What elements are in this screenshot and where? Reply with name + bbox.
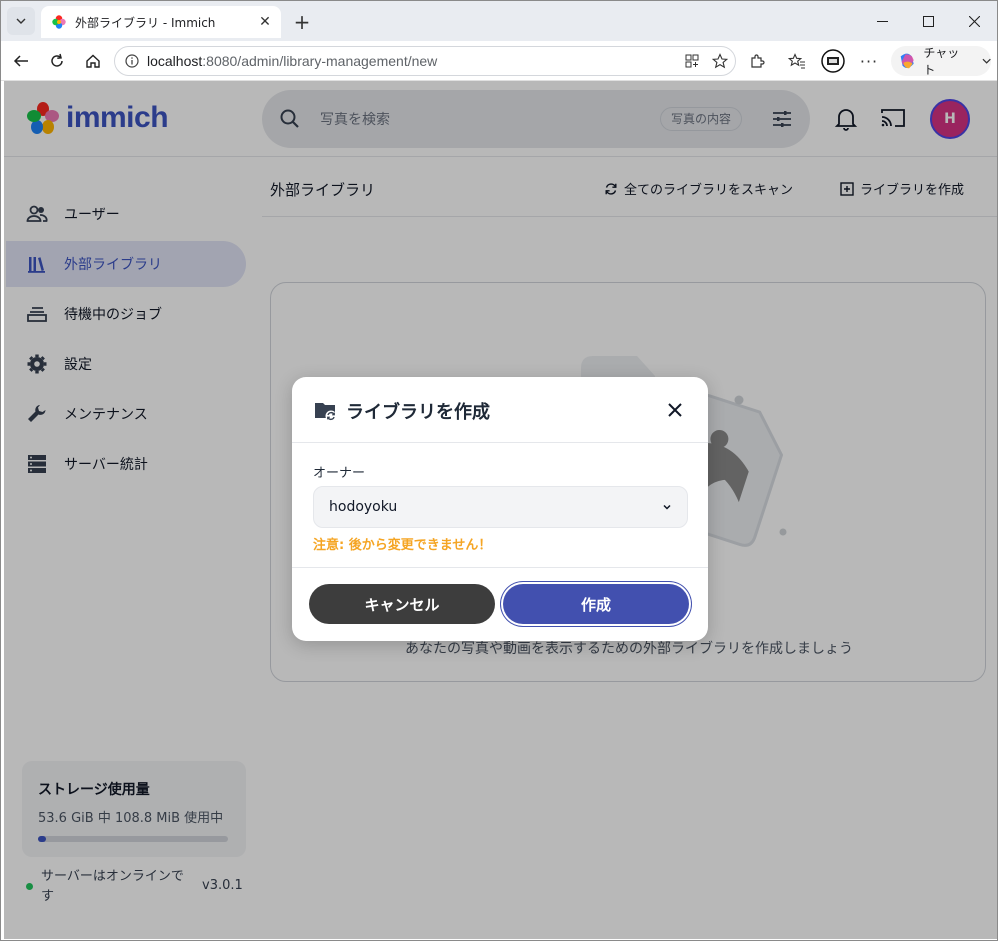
- create-button[interactable]: 作成: [503, 584, 689, 624]
- more-menu-button[interactable]: ···: [855, 47, 883, 75]
- immich-app: immich 写真を検索 写真の内容 H ユーザー 外部ライブラリ 待機中のジョ…: [4, 81, 997, 939]
- dialog-footer: キャンセル 作成: [292, 567, 708, 641]
- dialog-title: ライブラリを作成: [346, 402, 490, 423]
- copilot-chat-button[interactable]: チャット: [891, 46, 991, 77]
- app-install-icon[interactable]: [681, 50, 703, 72]
- new-tab-button[interactable]: +: [289, 9, 315, 35]
- tab-bar: 外部ライブラリ - Immich ✕ +: [1, 1, 997, 41]
- maximize-icon: [922, 15, 934, 27]
- arrow-left-icon: [13, 55, 28, 67]
- url-host: localhost: [147, 53, 203, 69]
- owner-select-value: hodoyoku: [329, 499, 398, 515]
- browser-window: 外部ライブラリ - Immich ✕ + localhost:8080/admi…: [0, 0, 998, 941]
- chevron-down-icon: [663, 504, 671, 510]
- close-window-button[interactable]: [951, 1, 997, 41]
- chat-label: チャット: [923, 46, 960, 77]
- tab-close-icon[interactable]: ✕: [255, 12, 275, 32]
- owner-label: オーナー: [313, 466, 366, 481]
- profile-avatar-icon: [821, 49, 845, 73]
- address-bar-actions: [681, 50, 731, 72]
- create-library-dialog: ライブラリを作成 オーナー hodoyoku 注意: 後から変更できません！ キ…: [292, 377, 708, 641]
- minimize-icon: [876, 20, 888, 22]
- url-text: localhost:8080/admin/library-management/…: [147, 53, 437, 69]
- chevron-down-icon: [16, 18, 26, 24]
- folder-sync-icon: [315, 403, 337, 422]
- back-button[interactable]: [7, 47, 35, 75]
- owner-select[interactable]: hodoyoku: [313, 486, 688, 528]
- home-icon: [86, 54, 100, 68]
- ellipsis-icon: ···: [859, 51, 879, 71]
- close-icon: [668, 403, 682, 417]
- browser-tab[interactable]: 外部ライブラリ - Immich ✕: [41, 6, 281, 38]
- cancel-button[interactable]: キャンセル: [309, 584, 495, 624]
- info-icon: [125, 54, 139, 68]
- reload-icon: [51, 53, 63, 67]
- dialog-header: ライブラリを作成: [292, 377, 708, 443]
- copilot-icon: [900, 53, 914, 69]
- maximize-button[interactable]: [905, 1, 951, 41]
- owner-warning-text: 注意: 後から変更できません！: [313, 538, 492, 553]
- address-bar[interactable]: localhost:8080/admin/library-management/…: [114, 46, 736, 76]
- immich-favicon-icon: [52, 15, 66, 29]
- dialog-close-button[interactable]: [664, 399, 686, 421]
- star-icon[interactable]: [709, 50, 731, 72]
- reload-button[interactable]: [43, 47, 71, 75]
- tab-title: 外部ライブラリ - Immich: [75, 15, 216, 30]
- extensions-button[interactable]: [743, 47, 771, 75]
- favorites-button[interactable]: [783, 47, 811, 75]
- url-path: :8080/admin/library-management/new: [202, 53, 438, 69]
- puzzle-icon: [751, 54, 765, 68]
- browser-toolbar: localhost:8080/admin/library-management/…: [1, 41, 997, 81]
- close-icon: [968, 15, 980, 27]
- tab-list-button[interactable]: [7, 7, 35, 35]
- home-button[interactable]: [79, 47, 107, 75]
- minimize-button[interactable]: [859, 1, 905, 41]
- profile-button[interactable]: [819, 47, 847, 75]
- chevron-down-icon: [982, 58, 991, 64]
- favorites-icon: [788, 53, 805, 69]
